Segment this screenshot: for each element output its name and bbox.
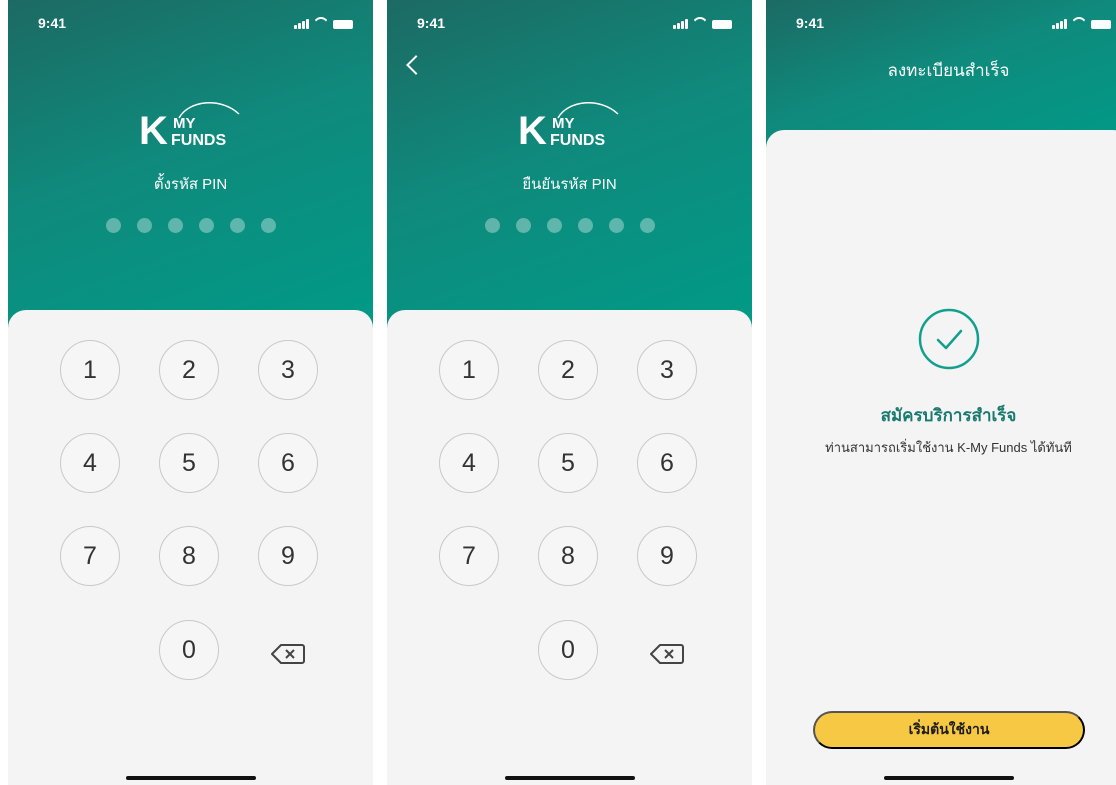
- pin-title: ยืนยันรหัส PIN: [522, 176, 617, 193]
- pin-dot: [198, 218, 214, 233]
- key-8[interactable]: 8: [159, 526, 219, 586]
- pin-dot: [639, 218, 655, 233]
- keypad: 1 2 3 4 5 6 7 8 9 0: [439, 340, 701, 700]
- signal-icon: [1052, 19, 1067, 29]
- status-time: 9:41: [38, 15, 67, 31]
- status-icons: [294, 17, 353, 29]
- page-title: ลงทะเบียนสำเร็จ: [887, 61, 1010, 80]
- key-7[interactable]: 7: [439, 526, 499, 586]
- header-background: [387, 0, 752, 340]
- start-button[interactable]: เริ่มต้นใช้งาน: [813, 711, 1085, 749]
- backspace-icon[interactable]: [271, 643, 305, 665]
- key-3[interactable]: 3: [637, 340, 697, 400]
- header-background: [8, 0, 373, 340]
- key-5[interactable]: 5: [538, 433, 598, 493]
- key-1[interactable]: 1: [439, 340, 499, 400]
- home-indicator: [883, 776, 1014, 780]
- status-icons: [1052, 17, 1111, 29]
- key-8[interactable]: 8: [538, 526, 598, 586]
- key-0[interactable]: 0: [538, 620, 598, 680]
- key-4[interactable]: 4: [439, 433, 499, 493]
- pin-dot: [136, 218, 152, 233]
- pin-dot: [105, 218, 121, 233]
- confirm-pin-screen: 9:41 K MY FUNDS ยืนยันรหัส PIN 1 2 3 4 5…: [387, 0, 752, 785]
- pin-dot: [608, 218, 624, 233]
- wifi-icon: [1072, 17, 1086, 29]
- status-icons: [673, 17, 732, 29]
- pin-dot: [546, 218, 562, 233]
- signal-icon: [294, 19, 309, 29]
- pin-dot: [260, 218, 276, 233]
- pin-dot: [577, 218, 593, 233]
- svg-text:K: K: [518, 109, 547, 153]
- success-title: สมัครบริการสำเร็จ: [880, 406, 1017, 425]
- status-time: 9:41: [417, 15, 446, 31]
- key-6[interactable]: 6: [258, 433, 318, 493]
- pin-dot: [229, 218, 245, 233]
- keypad: 1 2 3 4 5 6 7 8 9 0: [60, 340, 322, 700]
- key-1[interactable]: 1: [60, 340, 120, 400]
- success-message: ท่านสามารถเริ่มใช้งาน K-My Funds ได้ทันท…: [825, 440, 1072, 455]
- key-2[interactable]: 2: [538, 340, 598, 400]
- svg-text:MY: MY: [173, 115, 196, 132]
- pin-title: ตั้งรหัส PIN: [153, 176, 228, 193]
- key-5[interactable]: 5: [159, 433, 219, 493]
- home-indicator: [125, 776, 256, 780]
- battery-icon: [1091, 20, 1111, 29]
- signal-icon: [673, 19, 688, 29]
- key-9[interactable]: 9: [637, 526, 697, 586]
- kmyfunds-logo: K MY FUNDS: [139, 98, 249, 153]
- key-7[interactable]: 7: [60, 526, 120, 586]
- check-circle-icon: [918, 308, 980, 370]
- wifi-icon: [314, 17, 328, 29]
- key-4[interactable]: 4: [60, 433, 120, 493]
- svg-text:FUNDS: FUNDS: [550, 132, 605, 149]
- battery-icon: [333, 20, 353, 29]
- pin-dots: [387, 218, 752, 233]
- svg-text:MY: MY: [552, 115, 575, 132]
- key-0[interactable]: 0: [159, 620, 219, 680]
- home-indicator: [504, 776, 635, 780]
- key-9[interactable]: 9: [258, 526, 318, 586]
- backspace-icon[interactable]: [650, 643, 684, 665]
- wifi-icon: [693, 17, 707, 29]
- pin-dot: [484, 218, 500, 233]
- key-2[interactable]: 2: [159, 340, 219, 400]
- key-3[interactable]: 3: [258, 340, 318, 400]
- svg-text:K: K: [139, 109, 168, 153]
- battery-icon: [712, 20, 732, 29]
- registration-success-screen: 9:41 ลงทะเบียนสำเร็จ สมัครบริการสำเร็จ ท…: [766, 0, 1116, 785]
- set-pin-screen: 9:41 K MY FUNDS ตั้งรหัส PIN 1 2 3 4 5 6…: [8, 0, 373, 785]
- key-6[interactable]: 6: [637, 433, 697, 493]
- kmyfunds-logo: K MY FUNDS: [518, 98, 628, 153]
- pin-dots: [8, 218, 373, 233]
- svg-text:FUNDS: FUNDS: [171, 132, 226, 149]
- pin-dot: [167, 218, 183, 233]
- status-time: 9:41: [796, 15, 825, 31]
- pin-dot: [515, 218, 531, 233]
